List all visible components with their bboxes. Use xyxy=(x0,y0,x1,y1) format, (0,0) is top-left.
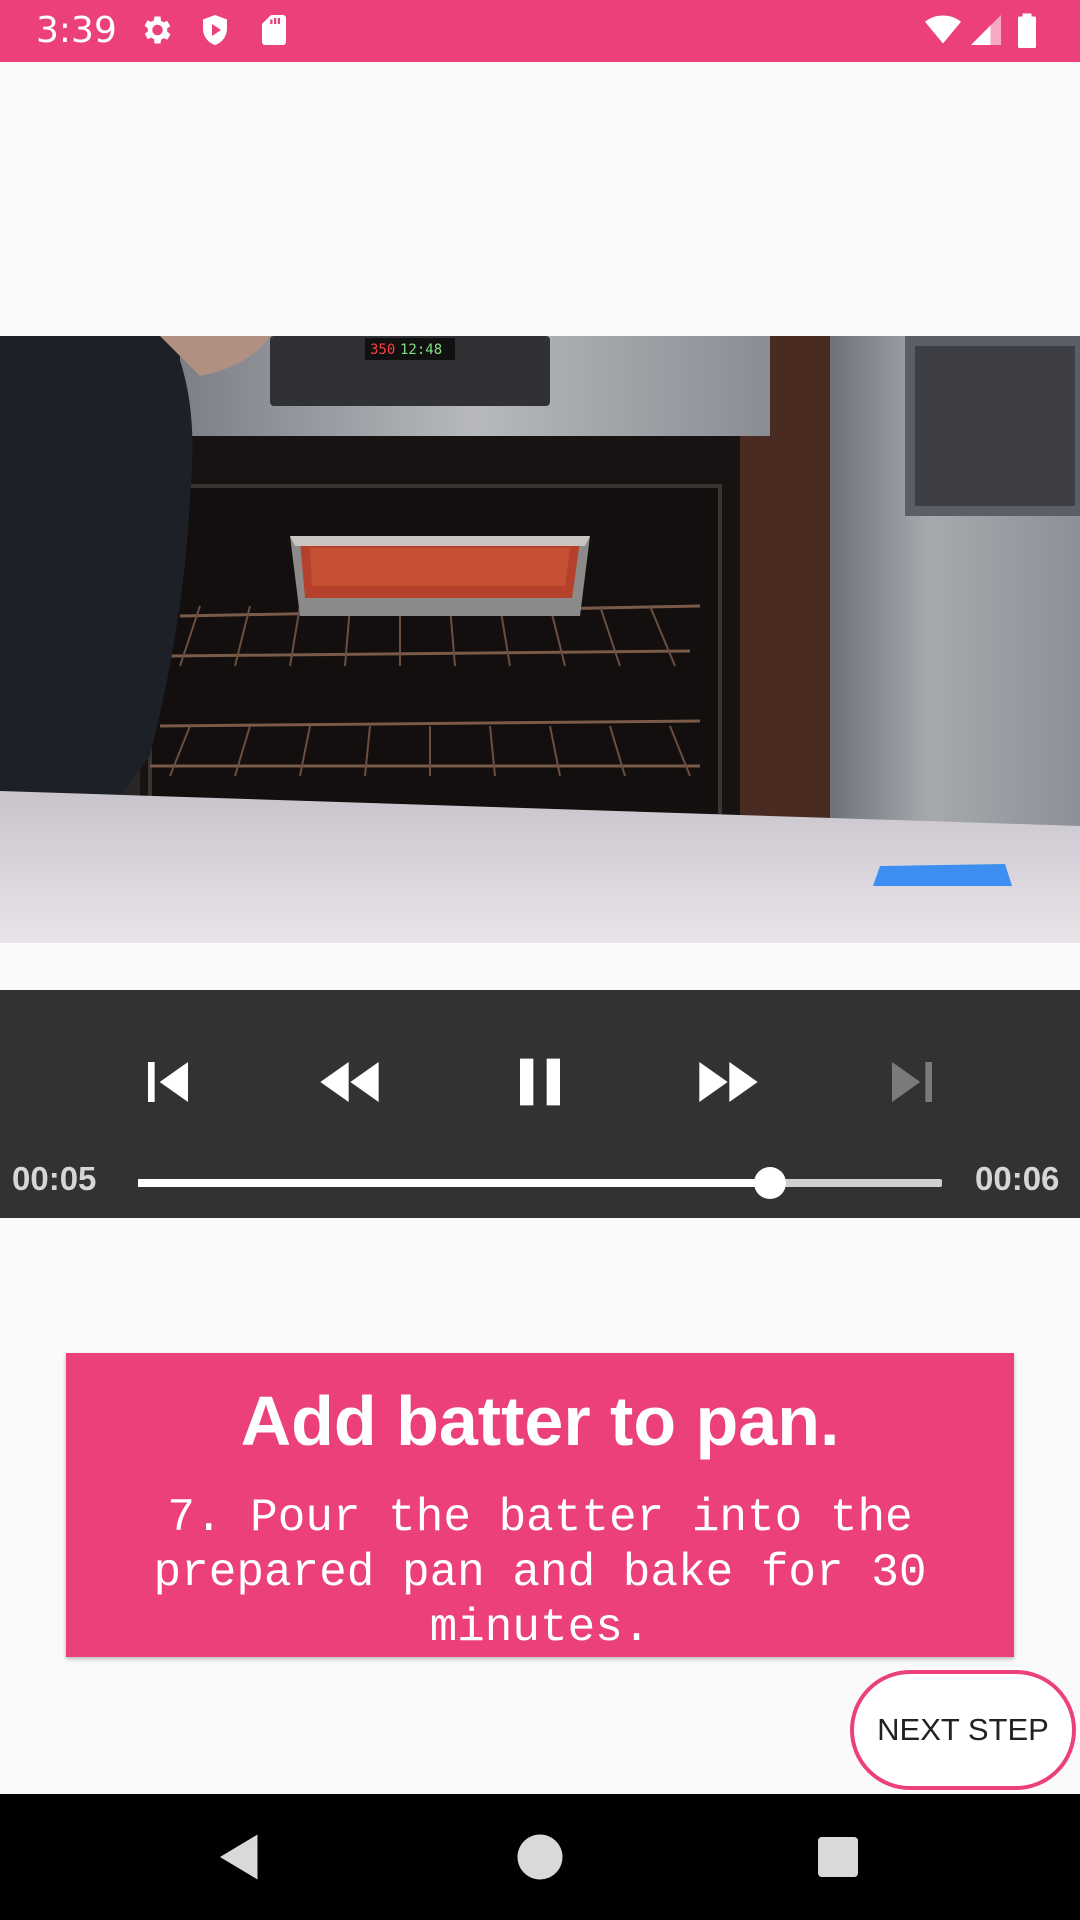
fast-forward-icon[interactable] xyxy=(686,1042,766,1122)
previous-icon[interactable] xyxy=(128,1042,208,1122)
rewind-icon[interactable] xyxy=(312,1042,392,1122)
signal-icon xyxy=(968,12,1004,48)
step-description: 7. Pour the batter into the prepared pan… xyxy=(153,1492,927,1654)
home-icon[interactable] xyxy=(510,1827,570,1887)
sd-card-icon xyxy=(256,12,292,48)
step-title: Add batter to pan. xyxy=(240,1382,840,1460)
shield-icon xyxy=(197,12,233,48)
battery-icon xyxy=(1016,12,1046,48)
svg-text:12:48: 12:48 xyxy=(400,342,442,358)
svg-text:350: 350 xyxy=(370,342,395,358)
video-frame[interactable]: 350 12:48 xyxy=(0,336,1080,943)
current-time: 00:05 xyxy=(12,1160,97,1197)
pause-icon[interactable] xyxy=(500,1042,580,1122)
recents-icon[interactable] xyxy=(808,1827,868,1887)
status-bar: 3:39 xyxy=(0,0,1080,62)
nav-bar xyxy=(0,1794,1080,1920)
next-icon xyxy=(872,1042,952,1122)
seek-played xyxy=(138,1179,770,1187)
back-icon[interactable] xyxy=(210,1827,270,1887)
status-time: 3:39 xyxy=(36,10,117,51)
wifi-icon xyxy=(922,12,964,48)
seek-thumb[interactable] xyxy=(753,1167,786,1199)
duration-time: 00:06 xyxy=(975,1160,1060,1197)
video-still: 350 12:48 xyxy=(0,336,1080,943)
next-step-button[interactable]: NEXT STEP xyxy=(850,1670,1076,1790)
seek-bar[interactable] xyxy=(138,1167,942,1199)
gear-icon xyxy=(138,12,174,48)
step-card: Add batter to pan. 7. Pour the batter in… xyxy=(66,1353,1014,1657)
